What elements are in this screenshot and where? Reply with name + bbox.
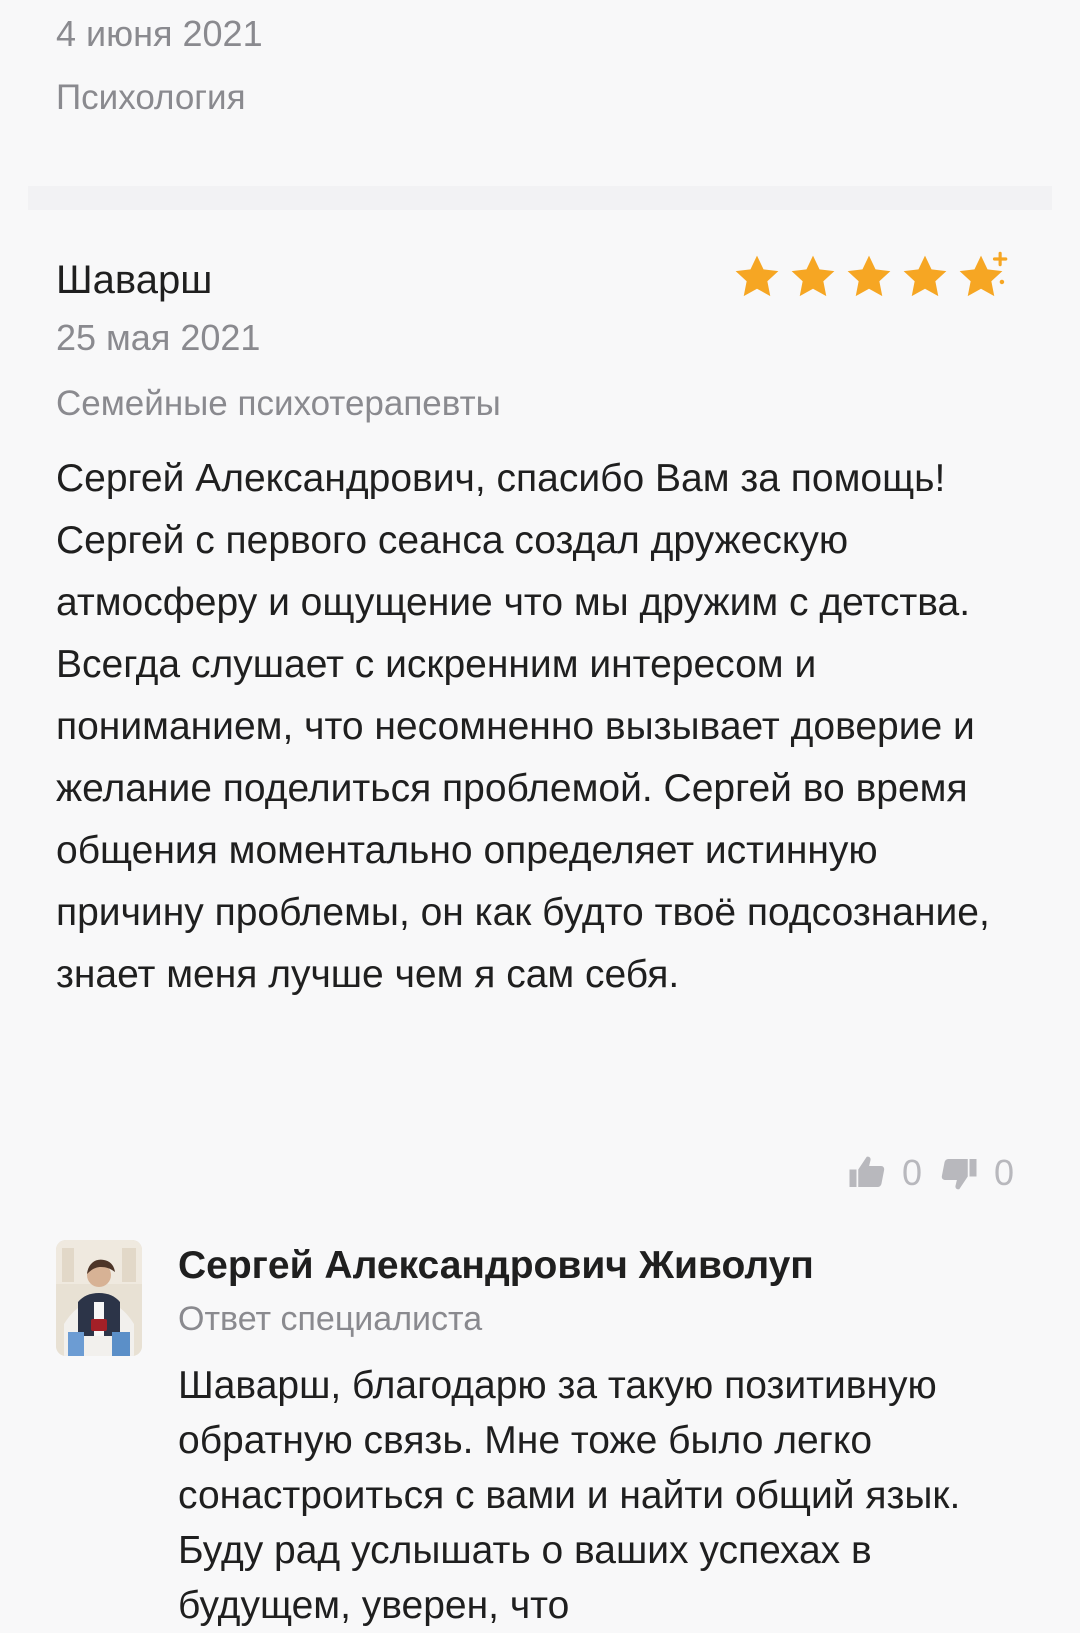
avatar xyxy=(56,1240,142,1356)
previous-review-date: 4 июня 2021 xyxy=(56,13,263,54)
specialist-role: Ответ специалиста xyxy=(178,1300,483,1338)
star-icon xyxy=(735,255,779,297)
review-author: Шаварш xyxy=(56,258,213,302)
like-count: 0 xyxy=(901,1152,922,1193)
reply-text: Шаварш, благодарю за такую позитивную об… xyxy=(178,1364,961,1627)
like-button[interactable]: 0 xyxy=(846,1152,922,1194)
star-icon xyxy=(959,251,1008,297)
review-separator xyxy=(28,186,1052,210)
star-icon xyxy=(903,255,947,297)
review-votes: 0 0 xyxy=(846,1152,1014,1194)
dislike-button[interactable]: 0 xyxy=(938,1152,1014,1194)
thumbs-up-icon xyxy=(849,1156,885,1187)
star-icon xyxy=(791,255,835,297)
specialist-name: Сергей Александрович Живолуп xyxy=(178,1244,814,1287)
review-date: 25 мая 2021 xyxy=(56,317,261,358)
thumbs-down-icon xyxy=(941,1159,977,1190)
previous-review-category: Психология xyxy=(56,78,246,117)
rating-stars xyxy=(730,250,1008,304)
star-icon xyxy=(847,255,891,297)
dislike-count: 0 xyxy=(993,1152,1014,1193)
review-text: Сергей Александрович, спасибо Вам за пом… xyxy=(56,457,990,996)
review-category: Семейные психотерапевты xyxy=(56,384,501,423)
